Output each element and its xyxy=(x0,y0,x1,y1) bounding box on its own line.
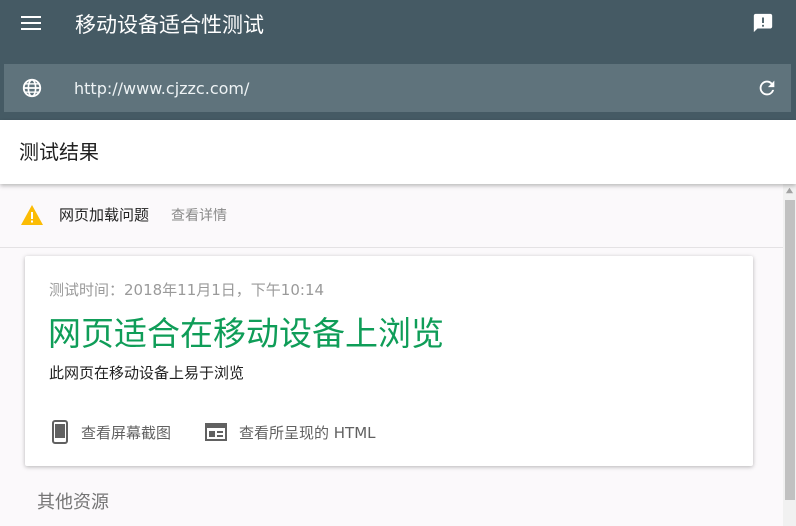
page-loading-issue-row: 网页加载问题 查看详情 xyxy=(0,184,783,248)
warning-text: 网页加载问题 xyxy=(59,206,150,224)
url-input[interactable] xyxy=(74,74,714,102)
verdict-title: 网页适合在移动设备上浏览 xyxy=(48,314,444,353)
result-card: 测试时间：2018年11月1日，下午10:14 网页适合在移动设备上浏览 此网页… xyxy=(25,256,753,466)
phone-icon xyxy=(52,420,68,444)
view-screenshot-button[interactable]: 查看屏幕截图 xyxy=(51,419,171,445)
web-page-icon xyxy=(205,423,227,441)
url-bar xyxy=(4,64,791,112)
top-app-bar: 移动设备适合性测试 xyxy=(0,0,796,120)
scroll-up-arrow-icon[interactable] xyxy=(785,186,794,195)
app-title: 移动设备适合性测试 xyxy=(75,13,264,37)
scrollbar-thumb[interactable] xyxy=(785,200,795,500)
hamburger-menu-icon[interactable] xyxy=(21,16,41,32)
view-rendered-html-button[interactable]: 查看所呈现的 HTML xyxy=(205,419,376,445)
app-window: 移动设备适合性测试 测试结果 xyxy=(0,0,796,526)
results-title: 测试结果 xyxy=(19,140,99,164)
view-details-link[interactable]: 查看详情 xyxy=(171,206,227,226)
view-screenshot-label: 查看屏幕截图 xyxy=(81,423,172,442)
feedback-icon[interactable] xyxy=(752,12,774,34)
view-rendered-html-label: 查看所呈现的 HTML xyxy=(239,423,376,442)
results-header: 测试结果 xyxy=(0,120,796,184)
vertical-scrollbar[interactable] xyxy=(783,184,796,526)
globe-icon xyxy=(22,78,42,98)
refresh-icon[interactable] xyxy=(756,77,778,99)
verdict-subtext: 此网页在移动设备上易于浏览 xyxy=(49,364,245,382)
other-resources-title: 其他资源 xyxy=(37,492,109,513)
warning-icon xyxy=(21,205,43,225)
results-content: 网页加载问题 查看详情 测试时间：2018年11月1日，下午10:14 网页适合… xyxy=(0,184,783,526)
test-time: 测试时间：2018年11月1日，下午10:14 xyxy=(49,281,325,299)
